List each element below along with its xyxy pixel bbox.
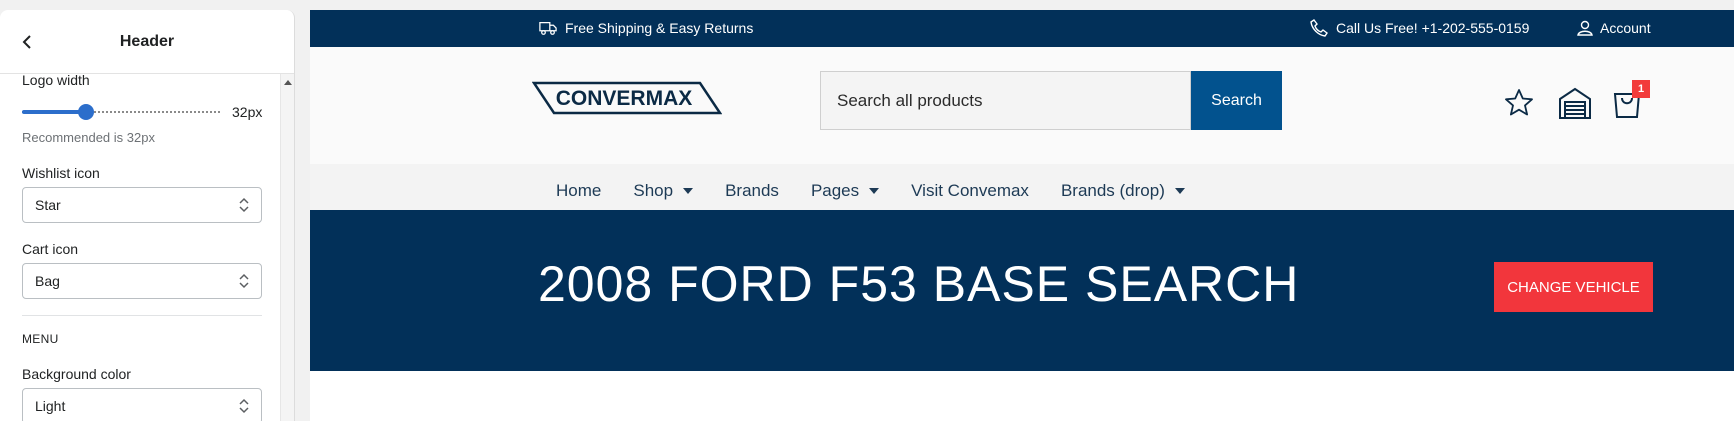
star-icon[interactable] [1503, 87, 1535, 119]
nav-item-pages[interactable]: Pages [810, 181, 880, 201]
select-caret-icon [239, 273, 249, 289]
garage-icon[interactable] [1557, 85, 1593, 121]
call-us[interactable]: Call Us Free! +1-202-555-0159 [1310, 19, 1529, 37]
select-caret-icon [239, 398, 249, 414]
nav-item-visit-convemax[interactable]: Visit Convemax [911, 181, 1029, 201]
sidebar-title: Header [119, 32, 175, 50]
sidebar-scrollbar[interactable] [280, 74, 294, 421]
background-color-value: Light [35, 398, 66, 414]
menu-section-title: MENU [22, 332, 59, 346]
logo-width-slider[interactable]: 32px [22, 102, 267, 122]
settings-sidebar: Header Logo width 32px Recommended is 32… [0, 10, 295, 421]
dropdown-caret-icon [1174, 188, 1185, 194]
nav-item-label: Visit Convemax [911, 181, 1029, 200]
dropdown-caret-icon [683, 188, 694, 194]
store-preview: Free Shipping & Easy Returns Call Us Fre… [310, 10, 1734, 421]
logo-text: CONVERMAX [556, 87, 693, 110]
account-link[interactable]: Account [1576, 19, 1651, 37]
phone-icon [1310, 19, 1328, 37]
logo-width-label: Logo width [22, 72, 90, 88]
nav-item-label: Pages [810, 181, 860, 200]
change-vehicle-button[interactable]: CHANGE VEHICLE [1494, 262, 1653, 312]
announcement-bar: Free Shipping & Easy Returns Call Us Fre… [310, 10, 1734, 47]
nav-item-label: Shop [633, 181, 674, 200]
slider-thumb[interactable] [78, 104, 94, 120]
banner-title: 2008 FORD F53 BASE SEARCH [538, 256, 1300, 312]
select-caret-icon [239, 197, 249, 213]
logo-width-hint: Recommended is 32px [22, 130, 155, 145]
search-button[interactable]: Search [1191, 71, 1282, 130]
nav-item-home[interactable]: Home [556, 181, 601, 201]
store-header: CONVERMAX Search 1 [310, 47, 1734, 164]
nav-item-shop[interactable]: Shop [633, 181, 694, 201]
nav-item-label: Brands [725, 181, 779, 200]
logo-width-value: 32px [232, 104, 263, 120]
slider-fill [22, 110, 86, 114]
truck-icon [539, 21, 557, 35]
cart-icon-value: Bag [35, 273, 60, 289]
wishlist-icon-select[interactable]: Star [22, 187, 262, 223]
wishlist-icon-label: Wishlist icon [22, 165, 100, 181]
account-text: Account [1600, 20, 1651, 36]
nav-item-brands[interactable]: Brands [725, 181, 779, 201]
shipping-text: Free Shipping & Easy Returns [565, 20, 754, 36]
cart-count-badge: 1 [1632, 80, 1650, 98]
nav-item-brands-drop[interactable]: Brands (drop) [1061, 181, 1185, 201]
back-arrow-icon[interactable] [18, 32, 38, 52]
wishlist-icon-value: Star [35, 197, 61, 213]
sidebar-header: Header [0, 10, 294, 74]
search-input[interactable] [820, 71, 1191, 130]
nav-list: Home Shop Brands Pages Visit Convemax Brands … [556, 181, 1185, 201]
background-color-select[interactable]: Light [22, 388, 262, 421]
nav-item-label: Brands (drop) [1060, 181, 1165, 200]
call-text: Call Us Free! +1-202-555-0159 [1336, 20, 1530, 36]
store-logo[interactable]: CONVERMAX [532, 81, 722, 115]
section-divider [22, 315, 262, 316]
search-form: Search [820, 71, 1282, 130]
background-color-label: Background color [22, 366, 131, 382]
nav-item-label: Home [556, 181, 602, 200]
shipping-notice: Free Shipping & Easy Returns [539, 19, 753, 37]
vehicle-banner: 2008 FORD F53 BASE SEARCH CHANGE VEHICLE [310, 210, 1734, 371]
dropdown-caret-icon [869, 188, 880, 194]
cart-icon-select[interactable]: Bag [22, 263, 262, 299]
user-icon [1577, 20, 1593, 36]
cart-icon-label: Cart icon [22, 241, 79, 257]
scroll-up-arrow-icon[interactable] [284, 80, 292, 85]
